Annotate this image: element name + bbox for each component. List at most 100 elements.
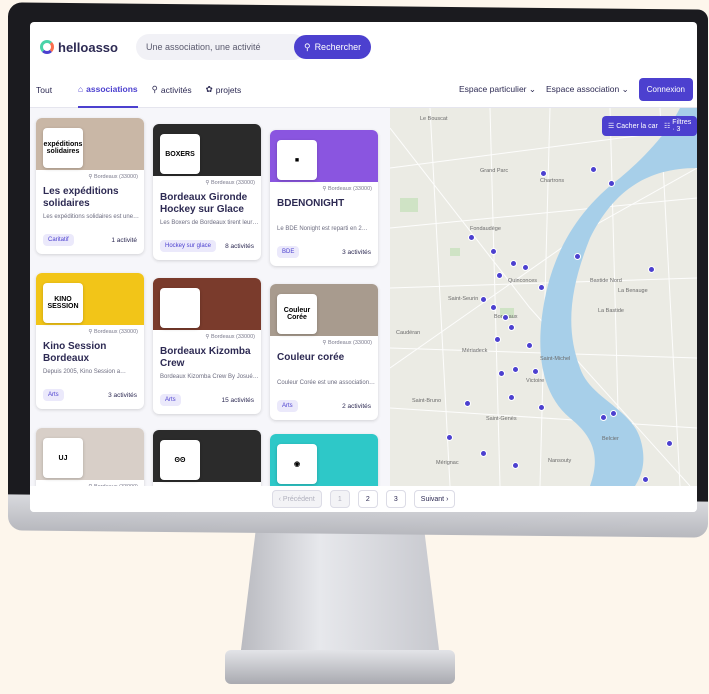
map-pin-icon[interactable] bbox=[494, 336, 501, 343]
map-pin-icon[interactable] bbox=[508, 324, 515, 331]
map-label: Victoire bbox=[526, 378, 545, 384]
association-card[interactable]: BOXERS ⚲ Bordeaux (33000) Bordeaux Giron… bbox=[153, 124, 261, 260]
category-chip: BDE bbox=[277, 246, 300, 258]
page-1[interactable]: 1 bbox=[329, 490, 350, 508]
association-menu[interactable]: Espace association ⌄ bbox=[546, 84, 629, 95]
map-pin-icon[interactable] bbox=[532, 368, 539, 375]
map-label: Grand Parc bbox=[480, 168, 509, 174]
next-label: Suivant bbox=[420, 495, 445, 503]
house-icon: ⌂ bbox=[78, 83, 84, 94]
map-pin-icon[interactable] bbox=[574, 253, 581, 260]
association-card[interactable]: KINO SESSION ⚲ Bordeaux (33000) Kino Ses… bbox=[36, 273, 144, 409]
category-chip: Arts bbox=[160, 394, 181, 406]
card-location: ⚲ Bordeaux (33000) bbox=[153, 176, 261, 188]
card-logo: KINO SESSION bbox=[43, 283, 83, 323]
connexion-button[interactable]: Connexion bbox=[638, 78, 693, 101]
activity-count: 3 activités bbox=[342, 248, 371, 256]
category-chip: Arts bbox=[277, 400, 298, 412]
map-pin-icon[interactable] bbox=[464, 400, 471, 407]
map-pin-icon[interactable] bbox=[590, 166, 597, 173]
map[interactable]: ☰ Cacher la carte ☷ Filtres · 3 Le Bousc… bbox=[390, 108, 697, 486]
map-pin-icon[interactable] bbox=[502, 314, 509, 321]
search-input[interactable]: Une association, une activité bbox=[135, 34, 306, 60]
map-pin-icon[interactable] bbox=[526, 342, 533, 349]
card-logo: Couleur Corée bbox=[277, 294, 317, 334]
map-pin-icon[interactable] bbox=[446, 434, 453, 441]
map-pin-icon[interactable] bbox=[648, 266, 655, 273]
map-pin-icon[interactable] bbox=[490, 248, 497, 255]
map-label: Chartrons bbox=[540, 178, 565, 184]
map-pin-icon[interactable] bbox=[468, 234, 475, 241]
map-pin-icon[interactable] bbox=[608, 180, 615, 187]
card-location: ⚲ Bordeaux (33000) bbox=[153, 330, 261, 342]
category-chip: Arts bbox=[43, 389, 64, 401]
activity-count: 3 activités bbox=[108, 391, 137, 399]
card-location: ⚲ Bordeaux (33000) bbox=[270, 182, 378, 194]
card-footer: BDE 3 activités bbox=[270, 242, 378, 266]
map-label: Mériadeck bbox=[462, 348, 488, 354]
card-footer: Arts 3 activités bbox=[36, 385, 144, 409]
monitor-stand bbox=[240, 528, 440, 658]
map-label: Saint-Michel bbox=[540, 356, 571, 362]
card-title: Couleur corée bbox=[277, 352, 345, 363]
card-description: Le BDE Nonight est reparti en 2… bbox=[277, 226, 368, 232]
logo[interactable]: helloasso bbox=[40, 40, 118, 55]
map-pin-icon[interactable] bbox=[610, 410, 617, 417]
tab-projects[interactable]: ✿ projets bbox=[206, 72, 242, 108]
association-card[interactable]: ■ ⚲ Bordeaux (33000) BDENONIGHT Le BDE N… bbox=[270, 130, 378, 266]
search-button[interactable]: ⚲ Rechercher bbox=[293, 35, 372, 59]
map-pin-icon[interactable] bbox=[666, 440, 673, 447]
map-label: Fondaudège bbox=[470, 226, 501, 232]
tab-label: projets bbox=[215, 84, 242, 95]
card-logo: ■ bbox=[277, 140, 317, 180]
map-pin-icon[interactable] bbox=[498, 370, 505, 377]
map-background bbox=[390, 108, 697, 486]
activity-count: 15 activités bbox=[221, 396, 254, 404]
map-pin-icon[interactable] bbox=[600, 414, 607, 421]
card-logo: BOXERS bbox=[160, 134, 200, 174]
card-title: Les expéditions solidaires bbox=[43, 186, 119, 209]
card-location-text: Bordeaux (33000) bbox=[210, 334, 255, 340]
card-title: Bordeaux Gironde Hockey sur Glace bbox=[160, 192, 248, 215]
card-location: ⚲ Bordeaux (33000) bbox=[36, 325, 144, 337]
next-button[interactable]: Suivant › bbox=[413, 490, 456, 508]
page-3[interactable]: 3 bbox=[385, 490, 406, 508]
map-pin-icon[interactable] bbox=[480, 450, 487, 457]
map-pin-icon[interactable] bbox=[512, 366, 519, 373]
association-card[interactable]: expéditions solidaires ⚲ Bordeaux (33000… bbox=[36, 118, 144, 254]
card-description: Depuis 2005, Kino Session a… bbox=[43, 369, 127, 375]
map-pin-icon[interactable] bbox=[508, 394, 515, 401]
card-location-text: Bordeaux (33000) bbox=[93, 329, 138, 335]
card-logo: ◉ bbox=[277, 444, 317, 484]
particulier-menu[interactable]: Espace particulier ⌄ bbox=[459, 84, 536, 95]
search-icon: ⚲ bbox=[303, 41, 311, 52]
map-pin-icon[interactable] bbox=[480, 296, 487, 303]
page-2[interactable]: 2 bbox=[357, 490, 378, 508]
map-pin-icon[interactable] bbox=[512, 462, 519, 469]
tab-activities[interactable]: ⚲ activités bbox=[152, 72, 192, 108]
map-pin-icon[interactable] bbox=[496, 272, 503, 279]
card-logo bbox=[160, 288, 200, 328]
map-pin-icon[interactable] bbox=[522, 264, 529, 271]
helloasso-logo-icon bbox=[40, 40, 54, 54]
map-pin-icon[interactable] bbox=[538, 284, 545, 291]
category-chip: Caritatif bbox=[43, 234, 74, 246]
filters-button[interactable]: ☷ Filtres · 3 bbox=[658, 116, 697, 136]
activity-count: 2 activités bbox=[342, 402, 371, 410]
card-title: Bordeaux Kizomba Crew bbox=[160, 346, 251, 369]
map-pin-icon[interactable] bbox=[510, 260, 517, 267]
association-card[interactable]: ⚲ Bordeaux (33000) Bordeaux Kizomba Crew… bbox=[153, 278, 261, 414]
map-pin-icon[interactable] bbox=[538, 404, 545, 411]
tab-all[interactable]: Tout bbox=[30, 85, 64, 95]
map-pin-icon[interactable] bbox=[490, 304, 497, 311]
card-logo: expéditions solidaires bbox=[43, 128, 83, 168]
card-footer: Arts 2 activités bbox=[270, 396, 378, 420]
previous-button[interactable]: ‹ Précédent bbox=[271, 490, 322, 508]
association-card[interactable]: Couleur Corée ⚲ Bordeaux (33000) Couleur… bbox=[270, 284, 378, 420]
nav-bar: Tout ⌂ associations ⚲ activités ✿ projets E… bbox=[30, 72, 697, 108]
tab-associations[interactable]: ⌂ associations bbox=[78, 72, 138, 108]
card-footer: Hockey sur glace 8 activités bbox=[153, 236, 261, 260]
map-pin-icon[interactable] bbox=[642, 476, 649, 483]
map-pin-icon[interactable] bbox=[540, 170, 547, 177]
card-title: Kino Session Bordeaux bbox=[43, 341, 107, 364]
